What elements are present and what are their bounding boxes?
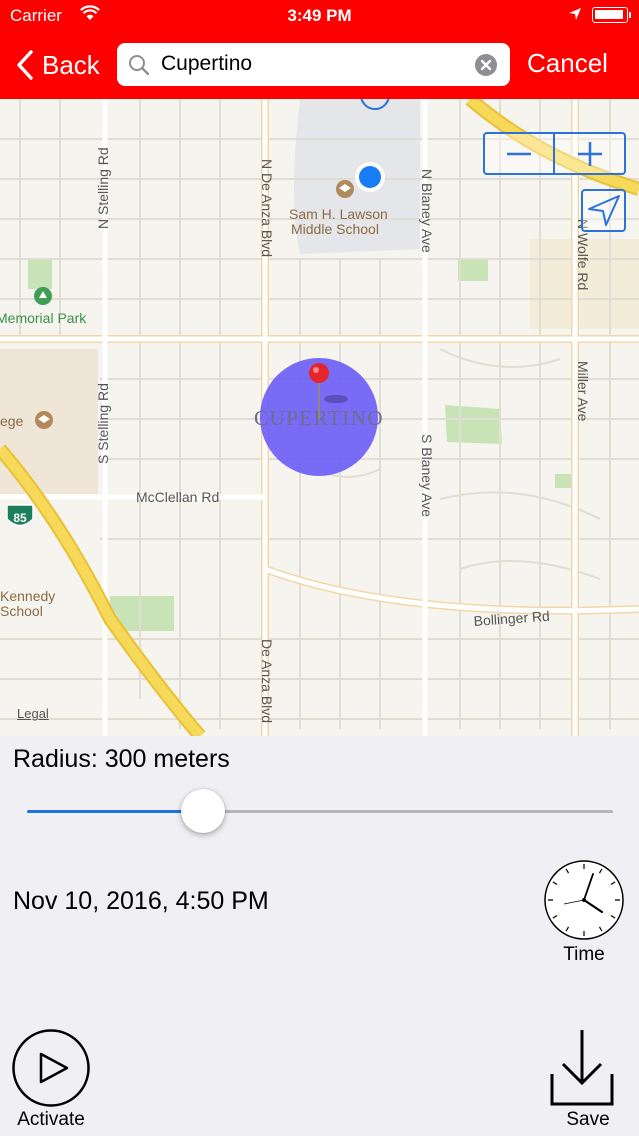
search-icon [128,54,150,81]
zoom-out-button[interactable] [483,132,555,175]
save-button[interactable]: Save [545,1028,631,1132]
zoom-in-button[interactable] [553,132,626,175]
park-patch [28,259,52,289]
street-label: De Anza Blvd [259,639,275,723]
download-icon [550,1030,614,1106]
poi-label: Memorial Park [0,310,87,326]
save-label: Save [566,1109,610,1130]
time-button[interactable]: Time [542,860,626,970]
header-bar: Carrier 3:49 PM Back Cancel [0,0,639,99]
radius-slider[interactable] [27,789,613,833]
back-button[interactable]: Back [16,48,100,82]
back-label: Back [42,49,100,80]
battery-icon [592,7,628,23]
street-label: S Blaney Ave [419,434,435,517]
slider-thumb[interactable] [180,789,225,833]
street-label: N Stelling Rd [95,147,111,229]
activate-button[interactable]: Activate [8,1028,94,1132]
park-patch [445,405,502,444]
poi-label: Sam H. Lawson [289,206,388,222]
scheduled-datetime: Nov 10, 2016, 4:50 PM [13,887,269,915]
park-patch [555,474,573,488]
slider-fill [27,810,203,813]
battery-cap [629,12,631,18]
radius-label: Radius: 300 meters [13,745,230,773]
street-label: N De Anza Blvd [259,159,275,257]
navigation-arrow-icon [588,195,620,226]
street-label: S Stelling Rd [95,383,111,464]
park-icon [34,287,52,305]
poi-label: ege [0,413,24,429]
poi-label: Kennedy [0,588,55,604]
time-button-label: Time [563,944,605,965]
search-bar [117,43,510,86]
plus-icon [578,142,602,166]
highway-number: 85 [13,511,27,525]
status-time: 3:49 PM [287,6,352,25]
park-patch [458,259,488,281]
status-bar: Carrier 3:49 PM [0,0,639,32]
minus-icon [507,152,531,156]
poi-label: Middle School [291,221,379,237]
clear-search-icon[interactable] [475,54,497,76]
map-view[interactable]: N Stelling Rd S Stelling Rd N De Anza Bl… [0,99,639,736]
poi-label: School [0,603,43,619]
chevron-left-icon [17,50,33,80]
street-label: N Blaney Ave [419,169,435,253]
school-icon [336,180,354,198]
search-input[interactable] [161,49,461,79]
map-canvas: N Stelling Rd S Stelling Rd N De Anza Bl… [0,99,639,736]
street-label: Miller Ave [575,361,591,422]
clock-icon [544,860,624,940]
cancel-button[interactable]: Cancel [527,48,608,79]
street-label: McClellan Rd [136,489,219,505]
activate-label: Activate [17,1109,85,1130]
college-icon [35,411,53,429]
play-icon [12,1029,90,1107]
legal-link[interactable]: Legal [17,706,49,721]
track-location-button[interactable] [581,189,626,232]
location-arrow-icon [568,6,582,26]
highway-shield-icon: 85 [6,504,34,527]
